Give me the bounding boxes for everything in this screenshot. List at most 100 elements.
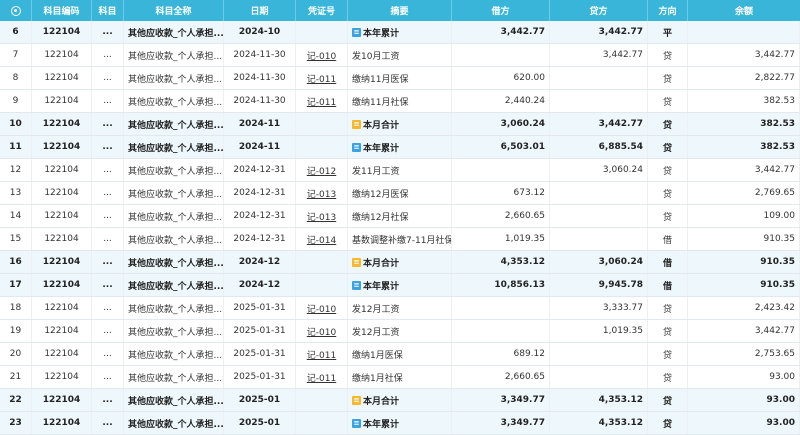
row-voucher-text[interactable]: 记-011 [307, 371, 336, 384]
table-row[interactable]: 10 122104... 其他应收款_个人承担... 2024-11 ≡ 本月合计 3,06… [0, 113, 800, 136]
row-fullname-text: 其他应收款_个人承担... [128, 350, 223, 361]
row-fullname-text: 其他应收款_个人承担... [128, 373, 223, 384]
table-row[interactable]: 12 122104... 其他应收款_个人承担... 2024-12-31 记-012 发… [0, 159, 800, 182]
row-voucher [296, 21, 348, 43]
row-voucher-text[interactable]: 记-010 [307, 49, 336, 62]
row-date: 2024-12-31 [224, 205, 296, 227]
row-voucher[interactable]: 记-013 [296, 205, 348, 227]
row-seq: 17 [0, 274, 32, 296]
row-direction-text: 贷 [662, 350, 672, 361]
row-voucher-text[interactable]: 记-011 [307, 95, 336, 108]
row-voucher[interactable]: 记-013 [296, 182, 348, 204]
header-fullname[interactable]: 科目全称 [124, 0, 224, 21]
row-voucher[interactable]: 记-011 [296, 90, 348, 112]
row-code-text: 122104 [42, 395, 81, 405]
header-debit[interactable]: 借方 [452, 0, 550, 21]
row-voucher[interactable]: 记-011 [296, 67, 348, 89]
table-row[interactable]: 9 122104... 其他应收款_个人承担... 2024-11-30 记-011 缴纳… [0, 90, 800, 113]
row-seq: 21 [0, 366, 32, 388]
row-code: 122104 [32, 205, 92, 227]
table-row[interactable]: 16 122104... 其他应收款_个人承担... 2024-12 ≡ 本月合计 4,35… [0, 251, 800, 274]
row-voucher[interactable]: 记-010 [296, 297, 348, 319]
header-code[interactable]: 科目编码 [32, 0, 92, 21]
row-debit: 4,353.12 [452, 251, 550, 273]
row-voucher-text[interactable]: 记-012 [307, 164, 336, 177]
row-seq: 19 [0, 320, 32, 342]
row-date: 2025-01 [224, 389, 296, 411]
table-row[interactable]: 6 122104... 其他应收款_个人承担... 2024-10 ≡ 本年累计 3,442… [0, 21, 800, 44]
row-date-text: 2025-01-31 [233, 303, 286, 313]
header-voucher[interactable]: 凭证号 [296, 0, 348, 21]
row-voucher[interactable]: 记-012 [296, 159, 348, 181]
table-row[interactable]: 14 122104... 其他应收款_个人承担... 2024-12-31 记-013 缴… [0, 205, 800, 228]
table-row[interactable]: 23 122104... 其他应收款_个人承担... 2025-01 ≡ 本年累计 3,34… [0, 412, 800, 435]
row-summary-text: 本年累计 [363, 281, 400, 292]
row-code-text: 122104 [42, 257, 81, 267]
row-subject-text: ... [103, 211, 112, 221]
row-summary-text: 本年累计 [363, 419, 400, 430]
row-voucher[interactable]: 记-011 [296, 366, 348, 388]
row-balance: 3,442.77 [688, 320, 800, 342]
row-voucher-text[interactable]: 记-010 [307, 302, 336, 315]
table-row[interactable]: 15 122104... 其他应收款_个人承担... 2024-12-31 记-014 基… [0, 228, 800, 251]
header-date[interactable]: 日期 [224, 0, 296, 21]
row-balance-text: 382.53 [763, 96, 796, 106]
row-fullname: 其他应收款_个人承担... [124, 389, 224, 411]
table-row[interactable]: 13 122104... 其他应收款_个人承担... 2024-12-31 记-013 缴… [0, 182, 800, 205]
table-row[interactable]: 17 122104... 其他应收款_个人承担... 2024-12 ≡ 本年累计 10,8… [0, 274, 800, 297]
header-balance[interactable]: 余额 [688, 0, 800, 21]
row-summary-text: 发11月工资 [352, 166, 400, 177]
row-voucher-text[interactable]: 记-011 [307, 72, 336, 85]
table-row[interactable]: 22 122104... 其他应收款_个人承担... 2025-01 ≡ 本月合计 3,34… [0, 389, 800, 412]
row-credit-text: 3,333.77 [602, 303, 643, 313]
row-subject: ... [92, 343, 124, 365]
header-subject[interactable]: 科目 [92, 0, 124, 21]
row-direction: 贷 [648, 297, 688, 319]
row-voucher-text[interactable]: 记-013 [307, 210, 336, 223]
row-fullname-text: 其他应收款_个人承担... [128, 327, 223, 338]
row-summary-text: 缴纳1月社保 [352, 373, 403, 384]
row-summary-text: 本年累计 [363, 28, 400, 39]
row-credit [550, 343, 648, 365]
row-voucher[interactable]: 记-010 [296, 44, 348, 66]
row-direction: 贷 [648, 412, 688, 434]
row-voucher[interactable]: 记-014 [296, 228, 348, 250]
row-summary: ≡ 本月合计 [348, 389, 452, 411]
row-credit [550, 366, 648, 388]
row-balance: 93.00 [688, 412, 800, 434]
header-credit[interactable]: 贷方 [550, 0, 648, 21]
row-date: 2024-11-30 [224, 67, 296, 89]
row-voucher[interactable]: 记-010 [296, 320, 348, 342]
row-voucher-text[interactable]: 记-013 [307, 187, 336, 200]
row-direction: 贷 [648, 366, 688, 388]
table-row[interactable]: 7 122104... 其他应收款_个人承担... 2024-11-30 记-010 发1… [0, 44, 800, 67]
row-debit: 3,442.77 [452, 21, 550, 43]
row-seq-text: 18 [9, 303, 22, 313]
row-voucher-text[interactable]: 记-011 [307, 348, 336, 361]
row-summary-text: 缴纳11月社保 [352, 97, 409, 108]
row-summary: 缴纳1月社保 [348, 366, 452, 388]
row-credit-text: 4,353.12 [598, 395, 643, 405]
table-row[interactable]: 11 122104... 其他应收款_个人承担... 2024-11 ≡ 本年累计 6,50… [0, 136, 800, 159]
row-fullname: 其他应收款_个人承担... [124, 274, 224, 296]
row-debit-text: 10,856.13 [494, 280, 545, 290]
header-summary[interactable]: 摘要 [348, 0, 452, 21]
table-row[interactable]: 8 122104... 其他应收款_个人承担... 2024-11-30 记-011 缴纳… [0, 67, 800, 90]
row-credit: 3,060.24 [550, 159, 648, 181]
row-balance-text: 93.00 [766, 395, 795, 405]
table-row[interactable]: 18 122104... 其他应收款_个人承担... 2025-01-31 记-010 发… [0, 297, 800, 320]
header-direction[interactable]: 方向 [648, 0, 688, 21]
table-row[interactable]: 21 122104... 其他应收款_个人承担... 2025-01-31 记-011 缴… [0, 366, 800, 389]
row-credit [550, 90, 648, 112]
row-voucher-text[interactable]: 记-014 [307, 233, 336, 246]
row-fullname-text: 其他应收款_个人承担... [128, 281, 224, 292]
row-seq: 6 [0, 21, 32, 43]
column-settings-button[interactable] [0, 0, 32, 21]
row-fullname: 其他应收款_个人承担... [124, 113, 224, 135]
table-row[interactable]: 20 122104... 其他应收款_个人承担... 2025-01-31 记-011 缴… [0, 343, 800, 366]
row-date: 2024-11-30 [224, 44, 296, 66]
table-row[interactable]: 19 122104... 其他应收款_个人承担... 2025-01-31 记-010 发… [0, 320, 800, 343]
row-voucher-text[interactable]: 记-010 [307, 325, 336, 338]
row-voucher[interactable]: 记-011 [296, 343, 348, 365]
row-seq-text: 14 [9, 211, 22, 221]
